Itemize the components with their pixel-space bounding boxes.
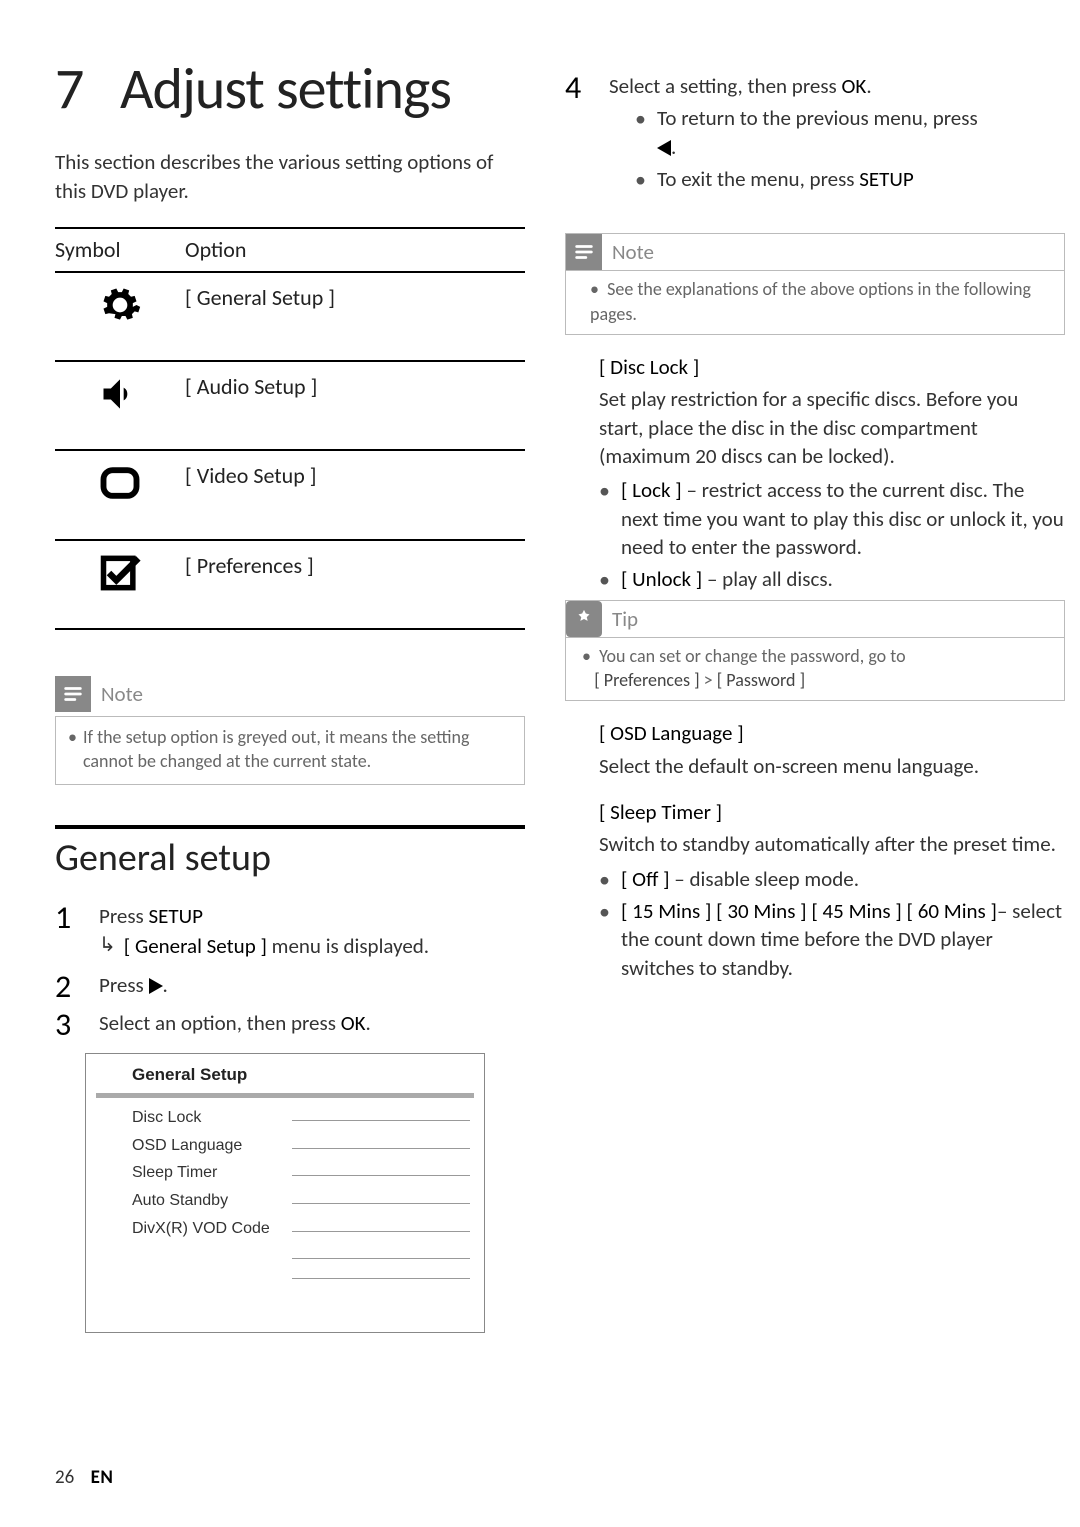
tip-pref-label: [ Preferences ]	[594, 669, 699, 691]
table-option-general: [ General Setup ]	[185, 272, 525, 361]
tip-callout: Tip • You can set or change the password…	[565, 600, 1065, 702]
setup-label: SETUP	[149, 903, 203, 929]
intro-text: This section describes the various setti…	[55, 148, 525, 205]
page-language: EN	[91, 1466, 114, 1489]
note-callout-right: Note • See the explanations of the above…	[565, 233, 1065, 335]
gear-icon	[98, 307, 142, 333]
step-1-sub-text: menu is displayed.	[267, 933, 429, 959]
step-2-text: Press	[99, 972, 149, 998]
screen-icon	[98, 485, 142, 511]
col-header-option: Option	[185, 228, 525, 272]
triangle-left-icon	[657, 140, 671, 156]
note-text: See the explanations of the above option…	[590, 278, 1031, 324]
menu-shot-title: General Setup	[86, 1054, 484, 1093]
symbol-option-table: Symbol Option [ General Setup ]	[55, 227, 525, 630]
ok-label: OK	[341, 1010, 366, 1036]
tip-title: Tip	[612, 605, 638, 633]
note-text: If the setup option is greyed out, it me…	[83, 725, 512, 774]
step-4-text: Select a setting, then press	[609, 73, 842, 99]
page-footer: 26 EN	[55, 1465, 113, 1491]
sleep-heading: [ Sleep Timer ]	[565, 798, 1065, 826]
step-4-sub-2: To exit the menu, press SETUP	[635, 165, 1065, 193]
menu-item: Sleep Timer	[132, 1159, 470, 1187]
osd-heading: [ OSD Language ]	[565, 719, 1065, 747]
tip-password-label: [ Password ]	[717, 669, 805, 691]
table-option-video: [ Video Setup ]	[185, 450, 525, 539]
menu-screenshot: General Setup Disc Lock OSD Language Sle…	[85, 1053, 485, 1333]
step-3-text: Select an option, then press	[99, 1010, 341, 1036]
osd-body: Select the default on-screen menu langua…	[565, 752, 1065, 780]
menu-item: Disc Lock	[132, 1104, 470, 1132]
sleep-body: Switch to standby automatically after th…	[565, 830, 1065, 858]
col-header-symbol: Symbol	[55, 228, 185, 272]
step-1-text: Press	[99, 903, 149, 929]
disc-lock-body: Set play restriction for a specific disc…	[565, 385, 1065, 470]
step-4: Select a setting, then press OK. To retu…	[565, 72, 1065, 193]
checkbox-icon	[98, 575, 142, 601]
chapter-title: Adjust settings	[120, 53, 451, 124]
general-setup-label: [ General Setup ]	[124, 933, 267, 959]
menu-item: DivX(R) VOD Code	[132, 1215, 470, 1243]
note-callout-left: Note • If the setup option is greyed out…	[55, 676, 525, 785]
note-title: Note	[101, 680, 143, 708]
note-title: Note	[612, 238, 654, 266]
page-number: 26	[55, 1466, 74, 1489]
speaker-icon	[98, 396, 142, 422]
ok-label: OK	[842, 73, 867, 99]
table-option-preferences: [ Preferences ]	[185, 540, 525, 629]
menu-item-empty	[132, 1262, 470, 1282]
sleep-off-item: [ Off ] – disable sleep mode.	[599, 865, 1065, 893]
step-2: Press .	[55, 971, 525, 999]
disc-lock-lock-item: [ Lock ] – restrict access to the curren…	[599, 476, 1065, 561]
sleep-durations-item: [ 15 Mins ] [ 30 Mins ] [ 45 Mins ] [ 60…	[599, 897, 1065, 982]
step-4-sub-1: To return to the previous menu, press .	[635, 104, 1065, 161]
table-option-audio: [ Audio Setup ]	[185, 361, 525, 450]
disc-lock-heading: [ Disc Lock ]	[565, 353, 1065, 381]
step-3: Select an option, then press OK.	[55, 1009, 525, 1037]
menu-item-empty	[132, 1242, 470, 1262]
bullet-dot: •	[68, 725, 77, 749]
tip-icon	[566, 601, 602, 637]
bullet-dot: •	[582, 645, 599, 667]
tip-line1: You can set or change the password, go t…	[599, 645, 905, 667]
general-setup-heading: General setup	[55, 825, 525, 884]
chapter-number: 7	[55, 50, 120, 128]
note-icon	[566, 234, 602, 270]
result-arrow-icon: ↳	[99, 932, 116, 960]
setup-label: SETUP	[859, 166, 913, 192]
bullet-dot: •	[590, 278, 607, 300]
chapter-heading: 7Adjust settings	[55, 50, 525, 128]
menu-item: OSD Language	[132, 1132, 470, 1160]
note-icon	[55, 676, 91, 712]
disc-lock-unlock-item: [ Unlock ] – play all discs.	[599, 565, 1065, 593]
step-1: Press SETUP ↳ [ General Setup ] menu is …	[55, 902, 525, 961]
menu-item: Auto Standby	[132, 1187, 470, 1215]
triangle-right-icon	[149, 978, 163, 994]
